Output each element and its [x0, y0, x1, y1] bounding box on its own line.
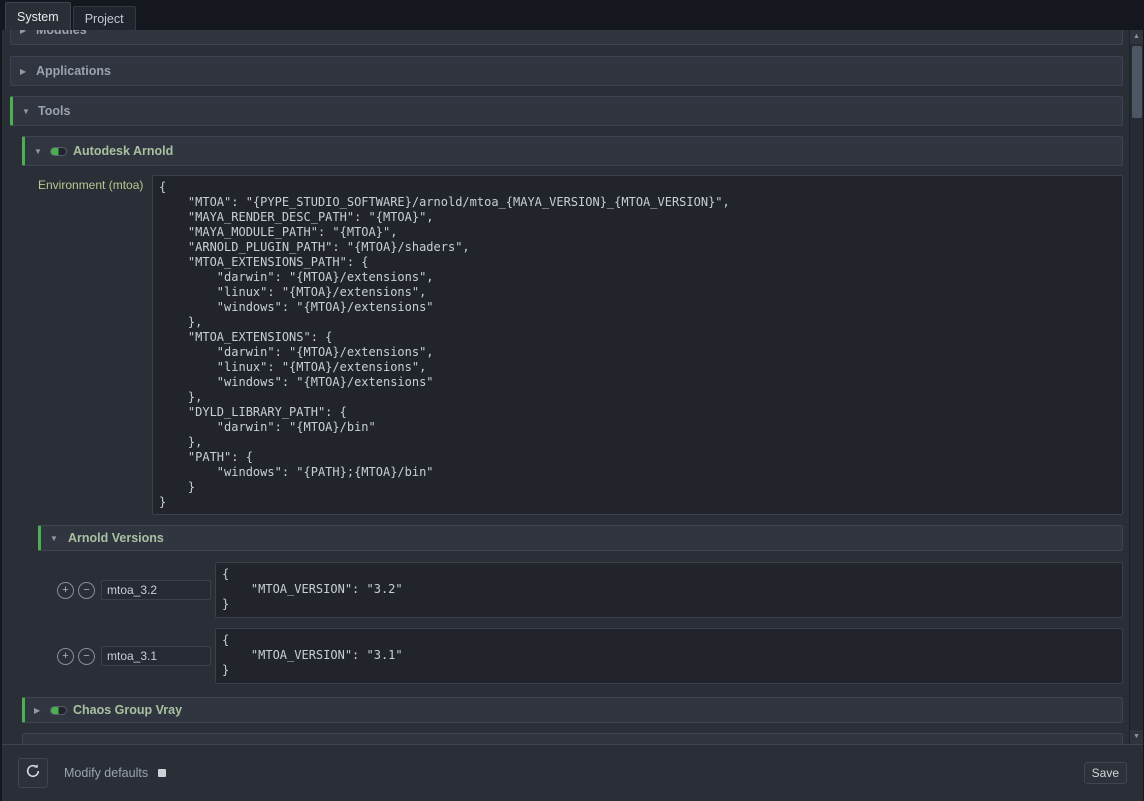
section-label-applications: Applications: [36, 64, 111, 78]
scroll-up-arrow-icon[interactable]: ▲: [1130, 30, 1143, 44]
tab-bar: System Project: [2, 0, 1143, 30]
remove-version-button[interactable]: −: [78, 648, 95, 665]
tools-section-body: ▼ Autodesk Arnold Environment (mtoa) { "…: [10, 126, 1123, 744]
environment-label: Environment (mtoa): [38, 175, 152, 192]
scrollbar-thumb[interactable]: [1132, 46, 1142, 118]
environment-row: Environment (mtoa) { "MTOA": "{PYPE_STUD…: [22, 175, 1123, 515]
add-version-button[interactable]: +: [57, 648, 74, 665]
add-version-button[interactable]: +: [57, 582, 74, 599]
group-label-chaos-group-vray: Chaos Group Vray: [73, 703, 182, 717]
collapse-arrow-icon: ▶: [20, 30, 32, 35]
group-header-arnold-versions[interactable]: ▼ Arnold Versions: [38, 525, 1123, 551]
refresh-icon: [25, 763, 41, 784]
version-json-textarea[interactable]: { "MTOA_VERSION": "3.1" }: [215, 628, 1123, 684]
enabled-toggle-icon[interactable]: [50, 147, 67, 156]
version-name-input[interactable]: [101, 646, 211, 666]
vertical-scrollbar[interactable]: ▲ ▼: [1129, 30, 1143, 744]
version-name-input[interactable]: [101, 580, 211, 600]
scrollbar-track[interactable]: [1130, 44, 1143, 730]
collapse-arrow-icon: ▶: [34, 706, 46, 715]
expand-arrow-icon: ▼: [50, 534, 62, 543]
footer-bar: Modify defaults Save: [2, 744, 1143, 801]
section-header-applications[interactable]: ▶ Applications: [10, 56, 1123, 86]
enabled-toggle-icon[interactable]: [50, 706, 67, 715]
section-header-clipped[interactable]: [22, 733, 1123, 744]
expand-arrow-icon: ▼: [34, 147, 46, 156]
modify-defaults-checkbox[interactable]: [158, 769, 166, 777]
tab-project[interactable]: Project: [73, 6, 136, 30]
scroll-down-arrow-icon[interactable]: ▼: [1130, 730, 1143, 744]
group-header-chaos-group-vray[interactable]: ▶ Chaos Group Vray: [22, 697, 1123, 723]
refresh-button[interactable]: [18, 758, 48, 788]
settings-window: System Project ▶ Modules ▶ Applications …: [0, 0, 1144, 801]
group-label-autodesk-arnold: Autodesk Arnold: [73, 144, 173, 158]
modify-defaults-label: Modify defaults: [64, 766, 148, 780]
section-label-modules: Modules: [36, 30, 87, 37]
group-header-autodesk-arnold[interactable]: ▼ Autodesk Arnold: [22, 136, 1123, 166]
section-label-tools: Tools: [38, 104, 70, 118]
version-row: + − { "MTOA_VERSION": "3.2" }: [22, 562, 1123, 618]
settings-scroll-area: ▶ Modules ▶ Applications ▼ Tools ▼ Autod…: [2, 30, 1129, 744]
group-label-arnold-versions: Arnold Versions: [68, 531, 164, 545]
section-header-tools[interactable]: ▼ Tools: [10, 96, 1123, 126]
tab-system[interactable]: System: [5, 2, 71, 30]
collapse-arrow-icon: ▶: [20, 67, 32, 76]
expand-arrow-icon: ▼: [22, 107, 34, 116]
save-button[interactable]: Save: [1084, 762, 1127, 784]
remove-version-button[interactable]: −: [78, 582, 95, 599]
version-row: + − { "MTOA_VERSION": "3.1" }: [22, 628, 1123, 684]
environment-json-textarea[interactable]: { "MTOA": "{PYPE_STUDIO_SOFTWARE}/arnold…: [152, 175, 1123, 515]
settings-main-area: ▶ Modules ▶ Applications ▼ Tools ▼ Autod…: [2, 30, 1143, 744]
version-json-textarea[interactable]: { "MTOA_VERSION": "3.2" }: [215, 562, 1123, 618]
section-header-modules[interactable]: ▶ Modules: [10, 30, 1123, 45]
